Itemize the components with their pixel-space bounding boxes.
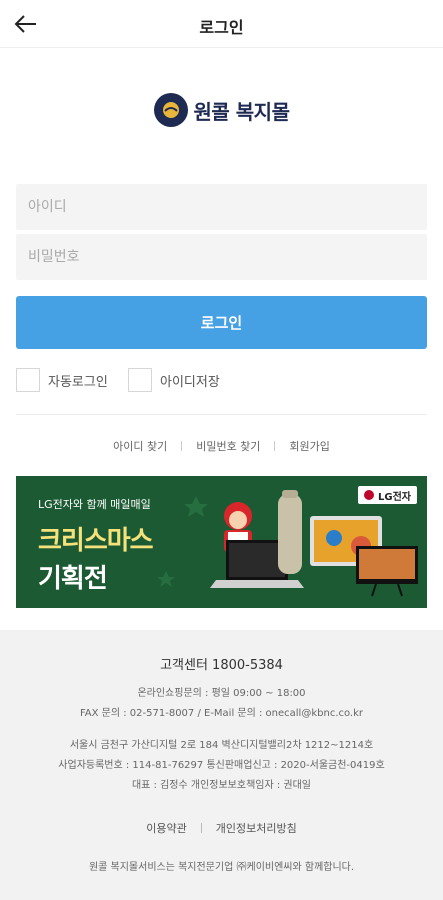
- divider: [16, 414, 427, 415]
- business-hours: 온라인쇼핑문의 : 평일 09:00 ~ 18:00: [137, 688, 306, 699]
- auto-login-label: 자동로그인: [48, 374, 108, 390]
- page-title: 로그인: [199, 18, 244, 37]
- logo-emblem-icon: [153, 93, 188, 127]
- banner-title-line2: 기획전: [38, 564, 108, 594]
- link-separator: [200, 823, 202, 833]
- username-input[interactable]: [16, 184, 427, 230]
- policy-links: 이용약관 개인정보처리방침: [0, 820, 443, 836]
- service-notice: 원콜 복지몰서비스는 복지전문기업 ㈜케이비엔씨와 함께합니다.: [88, 862, 355, 873]
- customer-center: 고객센터 1800-5384: [160, 658, 283, 673]
- privacy-policy-link[interactable]: 개인정보처리방침: [216, 820, 297, 836]
- brand-name: LG전자: [378, 491, 411, 503]
- representative-info: 대표 : 김정수 개인정보보호책임자 : 권대일: [131, 780, 312, 791]
- find-id-link[interactable]: 아이디 찾기: [113, 438, 167, 454]
- login-button[interactable]: 로그인: [16, 296, 427, 349]
- signup-link[interactable]: 회원가입: [289, 438, 329, 454]
- contact-info: FAX 문의 : 02-571-8007 / E-Mail 문의 : oneca…: [79, 708, 364, 719]
- brand-logo: 원콜 복지몰: [0, 92, 443, 128]
- save-id-box[interactable]: [128, 368, 152, 392]
- auto-login-checkbox[interactable]: 자동로그인: [16, 368, 108, 392]
- banner-title-line1: 크리스마스: [38, 526, 154, 556]
- registration-info: 사업자등록번호 : 114-81-76297 통신판매업신고 : 2020-서울…: [58, 760, 385, 771]
- save-id-checkbox[interactable]: 아이디저장: [128, 368, 220, 392]
- password-input[interactable]: [16, 234, 427, 280]
- save-id-label: 아이디저장: [160, 374, 220, 390]
- footer: 고객센터 1800-5384 온라인쇼핑문의 : 평일 09:00 ~ 18:0…: [0, 630, 443, 900]
- lg-logo-icon: [364, 490, 375, 500]
- find-password-link[interactable]: 비밀번호 찾기: [196, 438, 260, 454]
- christmas-promo-banner[interactable]: LG전자 LG전자와 함께 매일매일 크리스마스 기획전: [16, 476, 427, 608]
- speaker-illustration: [278, 490, 302, 574]
- link-separator: [181, 441, 183, 451]
- link-separator: [274, 441, 276, 451]
- logo-text: 원콜 복지몰: [193, 99, 290, 124]
- terms-link[interactable]: 이용약관: [146, 820, 186, 836]
- lg-brand-badge: LG전자: [358, 486, 417, 504]
- app-header: 로그인: [0, 0, 443, 48]
- auto-login-box[interactable]: [16, 368, 40, 392]
- banner-subtitle: LG전자와 함께 매일매일: [38, 498, 151, 511]
- account-links: 아이디 찾기 비밀번호 찾기 회원가입: [0, 438, 443, 454]
- company-address: 서울시 금천구 가산디지털 2로 184 벽산디지털밸리2차 1212~1214…: [69, 740, 374, 751]
